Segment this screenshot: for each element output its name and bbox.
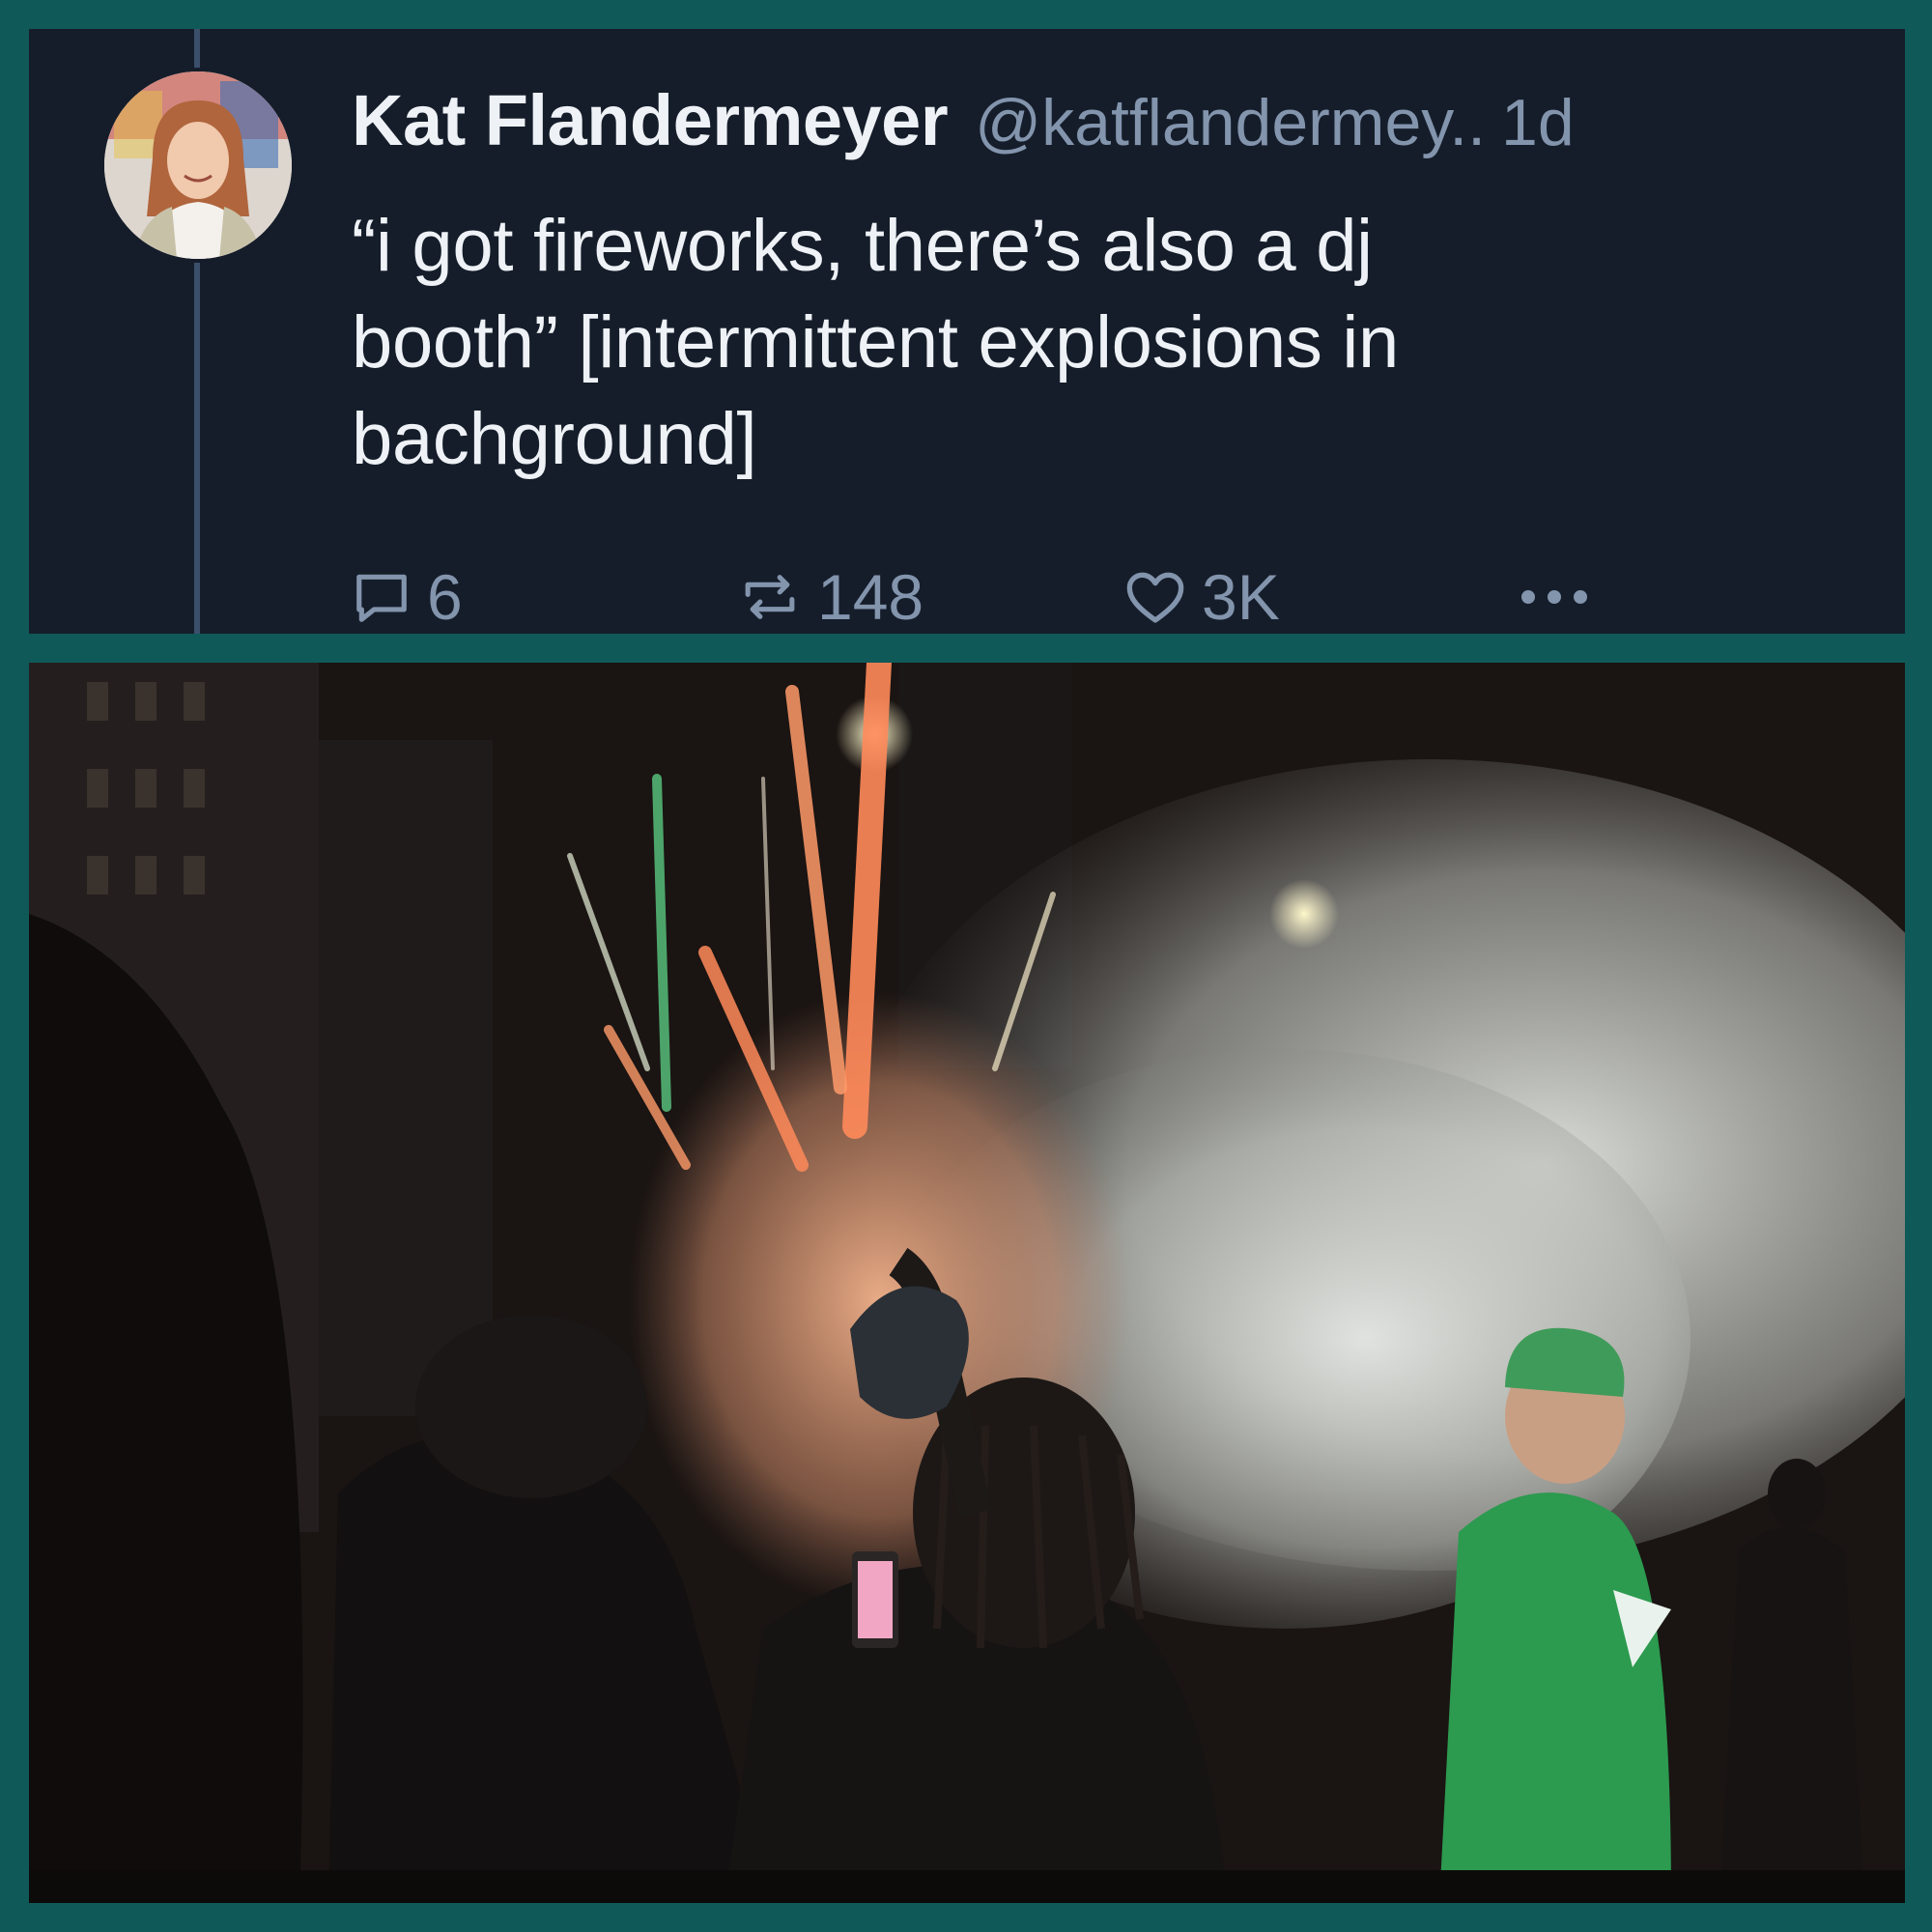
heart-icon (1126, 572, 1184, 623)
repost-icon (745, 575, 795, 619)
repost-button[interactable]: 148 (738, 558, 923, 636)
like-button[interactable]: 3K (1124, 558, 1280, 636)
post-actions: 6 148 3K (352, 558, 1607, 636)
author-handle[interactable]: @katflandermey.. (975, 85, 1486, 160)
post-text: “i got fireworks, there’s also a dj boot… (352, 205, 1399, 480)
post-card[interactable]: Kat Flandermeyer @katflandermey.. 1d “i … (29, 29, 1905, 634)
reply-count: 6 (427, 561, 463, 633)
repost-count: 148 (817, 561, 924, 633)
like-count: 3K (1202, 561, 1280, 633)
post-image[interactable] (29, 663, 1905, 1903)
reply-icon (356, 574, 407, 622)
more-options-button[interactable] (1511, 558, 1613, 636)
post-header: Kat Flandermeyer @katflandermey.. 1d (352, 79, 1878, 176)
more-icon (1521, 590, 1587, 604)
profile-photo-icon (104, 71, 292, 259)
reply-button[interactable]: 6 (352, 558, 463, 636)
avatar[interactable] (100, 68, 296, 263)
post-timestamp[interactable]: 1d (1501, 85, 1575, 160)
author-name[interactable]: Kat Flandermeyer (352, 79, 949, 161)
